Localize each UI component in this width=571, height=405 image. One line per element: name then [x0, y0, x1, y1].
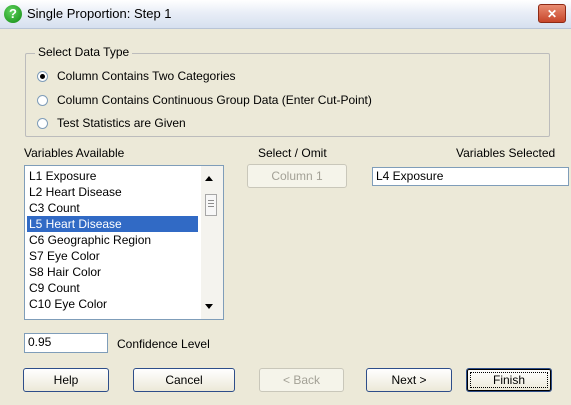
list-item[interactable]: L2 Heart Disease: [27, 184, 198, 200]
list-scrollbar[interactable]: [201, 166, 223, 319]
variables-selected-label: Variables Selected: [456, 146, 556, 160]
radio-label: Column Contains Continuous Group Data (E…: [57, 93, 372, 107]
help-button[interactable]: Help: [23, 368, 109, 392]
dialog-window: ? Single Proportion: Step 1 ✕ Select Dat…: [0, 0, 571, 405]
variables-available-list[interactable]: L1 Exposure L2 Heart Disease C3 Count L5…: [24, 165, 224, 320]
list-item-selected[interactable]: L5 Heart Disease: [27, 216, 198, 232]
list-item[interactable]: C10 Eye Color: [27, 296, 198, 312]
list-item[interactable]: L1 Exposure: [27, 168, 198, 184]
column-1-button[interactable]: Column 1: [247, 164, 347, 188]
cancel-button[interactable]: Cancel: [133, 368, 235, 392]
window-title: Single Proportion: Step 1: [27, 6, 172, 21]
back-button[interactable]: < Back: [259, 368, 344, 392]
scroll-up-arrow-icon[interactable]: [205, 176, 213, 181]
list-item[interactable]: C9 Count: [27, 280, 198, 296]
confidence-level-label: Confidence Level: [117, 337, 210, 351]
help-question-icon: ?: [4, 5, 22, 23]
close-button[interactable]: ✕: [538, 4, 566, 23]
next-button[interactable]: Next >: [366, 368, 452, 392]
list-item[interactable]: S7 Eye Color: [27, 248, 198, 264]
confidence-level-input[interactable]: 0.95: [24, 333, 108, 353]
focus-rectangle: [470, 372, 548, 388]
title-bar: ? Single Proportion: Step 1 ✕: [0, 0, 571, 29]
list-item[interactable]: S8 Hair Color: [27, 264, 198, 280]
scroll-down-arrow-icon[interactable]: [205, 304, 213, 309]
radio-button[interactable]: [37, 95, 48, 106]
finish-button[interactable]: Finish: [466, 368, 552, 392]
select-omit-label: Select / Omit: [258, 146, 327, 160]
radio-label: Column Contains Two Categories: [57, 69, 236, 83]
scroll-thumb[interactable]: [205, 194, 217, 216]
radio-label: Test Statistics are Given: [57, 116, 186, 130]
variables-available-label: Variables Available: [24, 146, 125, 160]
radio-button[interactable]: [37, 71, 48, 82]
radio-button[interactable]: [37, 118, 48, 129]
variables-selected-field[interactable]: L4 Exposure: [372, 167, 569, 186]
list-item[interactable]: C3 Count: [27, 200, 198, 216]
list-item[interactable]: C6 Geographic Region: [27, 232, 198, 248]
data-type-legend: Select Data Type: [35, 45, 133, 59]
